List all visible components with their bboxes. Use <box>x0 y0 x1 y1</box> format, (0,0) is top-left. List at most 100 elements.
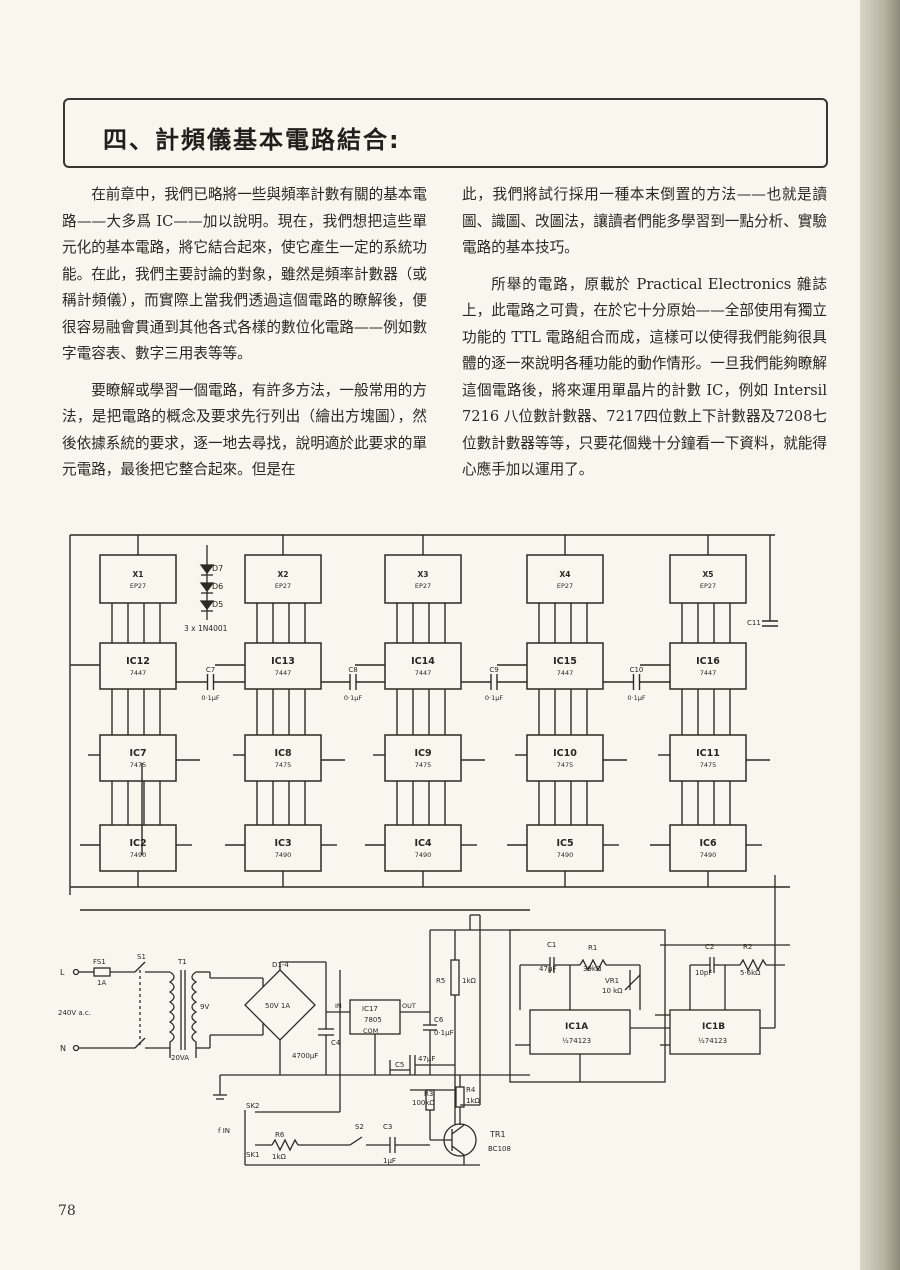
label: FS1 <box>93 958 106 966</box>
label: IC1A <box>565 1022 588 1032</box>
capacitor-label: C10 <box>630 666 644 674</box>
label: 1kΩ <box>466 1097 481 1105</box>
ic-x5 <box>669 554 747 604</box>
capacitor-c9 <box>461 674 527 690</box>
label: T1 <box>177 958 187 966</box>
label: R2 <box>743 943 752 951</box>
ic-ref-label: X5 <box>702 570 713 579</box>
ic-x1 <box>99 554 177 604</box>
label: f IN <box>218 1127 230 1135</box>
label: L <box>60 968 65 977</box>
label: C1 <box>547 941 556 949</box>
paragraph: 在前章中，我們已略將一些與頻率計數有關的基本電路——大多爲 IC——加以說明。現… <box>62 186 427 362</box>
label: R3 <box>424 1090 433 1098</box>
diode-label: D7 <box>212 564 223 573</box>
capacitor-c10 <box>603 674 670 690</box>
ic-type-label: 7475 <box>415 761 432 769</box>
label: C2 <box>705 943 714 951</box>
circuit-schematic: D7 D6 D5 3 x 1N4001 C11 L N FS1 1A S1 24… <box>50 515 850 1185</box>
ic-ref-label: IC2 <box>129 838 146 849</box>
capacitor-value: 0·1µF <box>627 694 645 702</box>
label: VR1 <box>605 977 619 985</box>
label: R5 <box>436 977 445 985</box>
ic-ref-label: IC9 <box>414 748 431 759</box>
label: C6 <box>434 1016 444 1024</box>
ic-type-label: EP27 <box>130 582 146 590</box>
label: IC17 <box>362 1005 378 1013</box>
label: 47µF <box>539 965 556 973</box>
capacitor-value: 0·1µF <box>201 694 219 702</box>
page-edge <box>860 0 900 1270</box>
ic-ref-label: IC5 <box>556 838 573 849</box>
ic-type-label: 7490 <box>700 851 717 859</box>
label: 7805 <box>364 1016 382 1024</box>
label: S2 <box>355 1123 364 1131</box>
label: SK2 <box>246 1102 260 1110</box>
ic-ref-label: IC3 <box>274 838 291 849</box>
label: 10 kΩ <box>602 987 623 995</box>
ic-ref-label: X2 <box>277 570 288 579</box>
ic-type-label: 7475 <box>275 761 292 769</box>
label: 240V a.c. <box>58 1009 91 1017</box>
ic-type-label: 7447 <box>557 669 574 677</box>
label: IC1B <box>702 1022 725 1032</box>
page-number: 78 <box>58 1203 76 1219</box>
ic-ref-label: IC7 <box>129 748 146 759</box>
ic-ref-label: IC6 <box>699 838 717 849</box>
heading-box: 四、計頻儀基本電路結合: <box>63 98 828 168</box>
ic-type-label: EP27 <box>415 582 431 590</box>
ic-x3 <box>384 554 462 604</box>
label: 10pF <box>695 969 712 977</box>
ic-type-label: EP27 <box>557 582 573 590</box>
label: 20VA <box>171 1054 189 1062</box>
capacitor-label: C9 <box>489 666 498 674</box>
capacitor-value: 0·1µF <box>344 694 362 702</box>
ic-ref-label: IC16 <box>696 656 720 667</box>
label: OUT <box>402 1002 416 1010</box>
ic-ref-label: IC8 <box>274 748 292 759</box>
label: R1 <box>588 944 597 952</box>
ic-ref-label: IC13 <box>271 656 295 667</box>
ic-ref-label: IC4 <box>414 838 432 849</box>
diode-note: 3 x 1N4001 <box>184 624 228 633</box>
label: SK1 <box>246 1151 260 1159</box>
label: C5 <box>395 1061 404 1069</box>
label: 1µF <box>383 1157 396 1165</box>
capacitor-c7 <box>176 674 245 690</box>
ic-x2 <box>244 554 322 604</box>
label: 5·6kΩ <box>740 969 761 977</box>
capacitor-c11-symbol <box>762 620 778 627</box>
ic-type-label: EP27 <box>700 582 716 590</box>
ic-ref-label: IC11 <box>696 748 720 759</box>
ic-type-label: 7490 <box>415 851 432 859</box>
label: R4 <box>466 1086 476 1094</box>
label: R6 <box>275 1131 285 1139</box>
label: C4 <box>331 1039 341 1047</box>
ic-ref-label: X3 <box>417 570 428 579</box>
ic-ref-label: IC14 <box>411 656 435 667</box>
ic-type-label: 7490 <box>275 851 292 859</box>
paragraph: 此，我們將試行採用一種本末倒置的方法——也就是讀圖、識圖、改圖法，讓讀者們能多學… <box>462 186 827 256</box>
paragraph: 所舉的電路，原載於 Practical Electronics 雜誌上，此電路之… <box>462 275 827 479</box>
label: 47µF <box>418 1055 435 1063</box>
label: COM <box>363 1027 378 1035</box>
label: S1 <box>137 953 146 961</box>
label: 39kΩ <box>583 965 602 973</box>
capacitor-c8 <box>321 674 385 690</box>
label: D1-4 <box>272 961 289 969</box>
ic-type-label: 7475 <box>557 761 574 769</box>
ic-type-label: 7490 <box>130 851 147 859</box>
diode-label: D5 <box>212 600 223 609</box>
text-column-right: 此，我們將試行採用一種本末倒置的方法——也就是讀圖、識圖、改圖法，讓讀者們能多學… <box>462 182 827 494</box>
paragraph: 要瞭解或學習一個電路，有許多方法，一般常用的方法，是把電路的概念及要求先行列出（… <box>62 381 427 479</box>
label: IN <box>335 1002 342 1010</box>
label: 1kΩ <box>462 977 477 985</box>
text-column-left: 在前章中，我們已略將一些與頻率計數有關的基本電路——大多爲 IC——加以說明。現… <box>62 182 427 494</box>
label: N <box>60 1044 66 1053</box>
ic-type-label: 7447 <box>700 669 717 677</box>
ic-type-label: 7447 <box>275 669 292 677</box>
label: C3 <box>383 1123 392 1131</box>
ic-ref-label: IC15 <box>553 656 577 667</box>
diode-label: D6 <box>212 582 223 591</box>
label: TR1 <box>489 1130 506 1139</box>
